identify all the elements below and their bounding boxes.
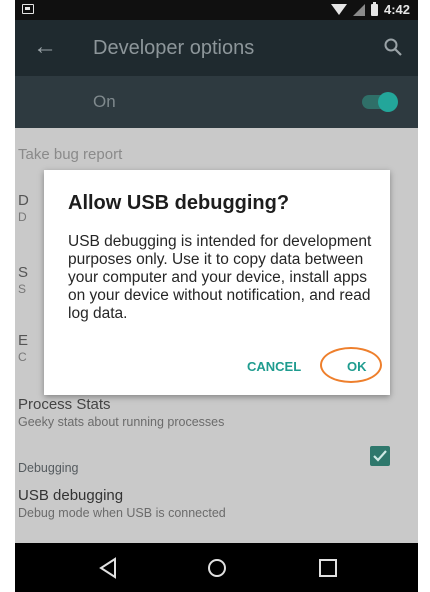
search-icon[interactable] (382, 36, 404, 58)
dialog-message: USB debugging is intended for developmen… (68, 233, 372, 322)
back-icon[interactable] (93, 553, 123, 583)
setting-usb-debugging[interactable]: USB debugging Debug mode when USB is con… (15, 440, 418, 520)
back-arrow-icon[interactable]: ← (33, 34, 57, 60)
usb-debugging-dialog: Allow USB debugging? USB debugging is in… (44, 170, 390, 395)
setting-subtitle: C (18, 350, 27, 364)
status-bar: 4:42 (15, 0, 418, 20)
setting-title: E (18, 332, 29, 349)
navigation-bar (15, 543, 418, 592)
dialog-title: Allow USB debugging? (68, 192, 290, 214)
master-switch-bar[interactable]: On (15, 76, 418, 128)
recents-icon[interactable] (313, 553, 343, 583)
setting-subtitle: Geeky stats about running processes (18, 415, 225, 429)
setting-process-stats[interactable]: Process Stats Geeky stats about running … (15, 396, 418, 436)
setting-subtitle: S (18, 282, 27, 296)
page-title: Developer options (93, 37, 255, 59)
wifi-icon (330, 4, 347, 15)
usb-debugging-checkbox[interactable] (370, 446, 390, 466)
setting-title: S (18, 264, 29, 281)
master-switch-label: On (93, 92, 116, 111)
master-toggle[interactable] (362, 92, 398, 112)
setting-title: D (18, 192, 29, 209)
phone-screen: 4:42 ← Developer options On Take bug rep… (15, 0, 418, 592)
status-icons: 4:42 (330, 1, 410, 17)
toolbar: ← Developer options (15, 20, 418, 76)
checkmark-icon (373, 450, 387, 462)
ok-button[interactable]: OK (347, 359, 367, 374)
cancel-button[interactable]: CANCEL (247, 359, 301, 374)
toggle-knob (378, 92, 398, 112)
setting-subtitle: Debug mode when USB is connected (18, 506, 226, 520)
status-time: 4:42 (383, 2, 410, 17)
notification-icon (22, 4, 34, 14)
setting-title: USB debugging (18, 487, 124, 504)
battery-icon (370, 1, 378, 16)
setting-title: Process Stats (18, 396, 111, 413)
setting-title: Take bug report (18, 146, 123, 163)
cell-signal-icon (352, 3, 365, 16)
setting-take-bug-report[interactable]: Take bug report (15, 140, 418, 170)
setting-subtitle: D (18, 210, 27, 224)
home-icon[interactable] (202, 553, 232, 583)
